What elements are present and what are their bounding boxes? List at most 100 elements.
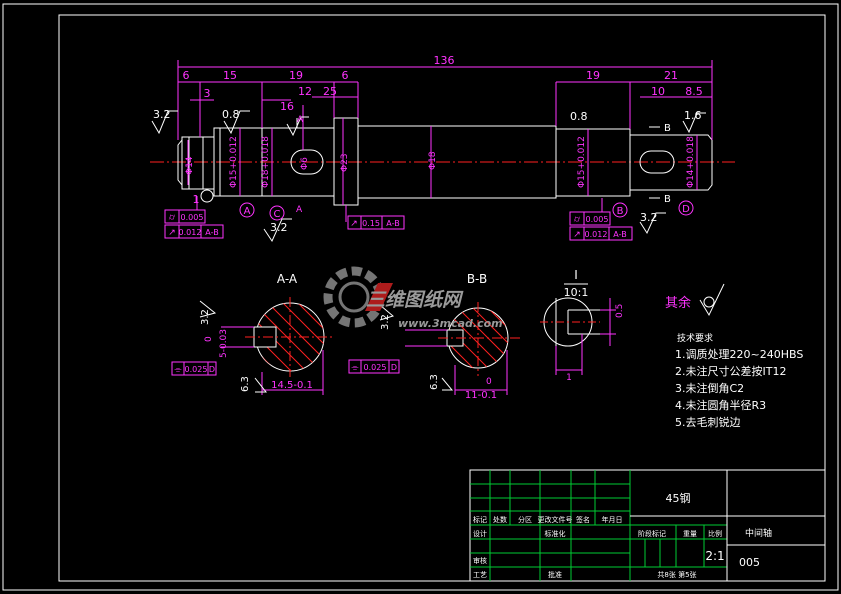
bb-rough-2: 6.3	[429, 374, 440, 390]
aa-rough-1: 3.2	[200, 309, 211, 325]
tol-3-ref: A-B	[386, 219, 399, 228]
dia-15-left: Φ15+0.012	[229, 136, 239, 188]
bb-tol-ref: D	[391, 363, 397, 372]
bb-tol-symbol: ⌯	[351, 363, 359, 373]
tb-row-review: 审核	[473, 556, 487, 565]
tb-right-weight: 重量	[683, 530, 697, 538]
dim-top-19: 19	[289, 69, 303, 82]
dia-14-right: Φ14+0.018	[686, 136, 696, 188]
tol-5-ref: A-B	[613, 230, 626, 239]
dim-top-6b: 6	[342, 69, 349, 82]
watermark-brand: 三维图纸网	[366, 289, 464, 311]
dia-15-right: Φ15+0.012	[577, 136, 587, 188]
tb-right-stage: 阶段标记	[638, 529, 666, 538]
dia-18-mid: Φ18	[428, 151, 438, 170]
dim-overall: 136	[434, 54, 455, 67]
tb-mid-standard: 标准化	[545, 529, 566, 538]
dim-top-6: 6	[183, 69, 190, 82]
tb-right-scale: 比例	[708, 529, 722, 538]
datum-markers	[239, 200, 694, 221]
tb-material: 45钢	[666, 492, 691, 505]
detail-view	[540, 297, 616, 375]
drawing-canvas: A C B D B B A A 136 6 15 19 6 19 21 3 16…	[2, 3, 839, 591]
detail-title: I	[574, 268, 578, 282]
tb-row-process: 工艺	[473, 571, 487, 579]
bb-tol-value: 0.025	[364, 363, 387, 372]
aa-zero: 0	[204, 336, 214, 342]
tol-4-symbol: ⌭	[574, 215, 581, 225]
datum-a: A	[244, 206, 251, 217]
bb-width: 11-0.1	[465, 390, 497, 401]
tol-2-ref: A-B	[205, 228, 218, 237]
tb-header-date: 年月日	[602, 515, 623, 524]
dim-top-15: 15	[223, 69, 237, 82]
tech-note-5: 5.去毛刺锐边	[675, 415, 741, 429]
tol-1-symbol: ⌭	[169, 213, 176, 223]
rough-value-4: 1.6	[684, 109, 702, 122]
bb-zero: 0	[486, 377, 492, 387]
rough-value-3: 0.8	[570, 110, 588, 123]
tb-drawing-no: 005	[739, 556, 760, 569]
aa-tol-ref: D	[209, 365, 215, 374]
rough-value-5: 3.2	[270, 221, 288, 234]
title-block	[469, 469, 826, 582]
aa-rough-2: 6.3	[240, 376, 251, 392]
aa-key-dim: 5-0.03	[219, 329, 229, 358]
aa-tol-value: 0.025	[185, 365, 208, 374]
tb-header-doc: 更改文件号	[538, 515, 573, 524]
dim-sub-12: 12	[298, 85, 312, 98]
rest-roughness-symbol	[699, 283, 725, 317]
dia-14: Φ14	[185, 156, 195, 175]
tb-mid-approve: 批准	[548, 570, 562, 579]
tol-5-symbol: ↗	[573, 230, 581, 240]
rough-value-1: 3.2	[153, 108, 171, 121]
tech-note-1: 1.调质处理220~240HBS	[675, 348, 803, 361]
tech-notes-heading: 技术要求	[677, 332, 713, 344]
dim-sub-25: 25	[323, 85, 337, 98]
tech-note-2: 2.未注尺寸公差按IT12	[675, 364, 786, 378]
datum-c: C	[274, 209, 281, 220]
bb-rough-1: 3.2	[380, 314, 391, 330]
tol-2-value: 0.012	[179, 228, 202, 237]
aa-width: 14.5-0.1	[271, 380, 313, 391]
tb-part-name: 中间轴	[745, 527, 772, 539]
detail-dim: 0.5	[615, 304, 625, 318]
detail-bottom-dim: 1	[566, 373, 572, 383]
dim-sub-8.5: 8.5	[685, 85, 703, 98]
section-marker-b-top: B	[664, 123, 671, 134]
tol-1-value: 0.005	[181, 213, 204, 222]
dim-top-21: 21	[664, 69, 678, 82]
detail-scale: 10:1	[564, 286, 589, 299]
section-cut-markers	[296, 118, 660, 199]
datum-b: B	[617, 206, 624, 217]
dia-18: Φ18+0.018	[261, 136, 271, 188]
tb-header-zone: 分区	[518, 515, 532, 524]
dia-23: Φ23	[340, 153, 350, 172]
aa-tol-symbol: ⌯	[174, 365, 182, 375]
dim-sub-16: 16	[280, 100, 294, 113]
section-marker-a-bottom: A	[296, 205, 303, 215]
tech-note-4: 4.未注圆角半径R3	[675, 398, 766, 412]
datum-d: D	[682, 204, 690, 215]
rough-value-2: 0.8	[222, 108, 240, 121]
dim-top-19b: 19	[586, 69, 600, 82]
tol-5-value: 0.012	[585, 230, 608, 239]
tb-header-mark: 标记	[473, 515, 487, 524]
rest-roughness-label: 其余	[665, 295, 691, 311]
tol-4-value: 0.005	[586, 215, 609, 224]
section-bb-title: B-B	[467, 272, 487, 286]
tol-2-symbol: ↗	[168, 228, 176, 238]
section-aa-title: A-A	[277, 272, 298, 286]
tb-header-sign: 签名	[576, 515, 590, 524]
dim-chamfer-1: 1	[193, 193, 200, 206]
tb-row-design: 设计	[473, 529, 487, 538]
tech-note-3: 3.未注倒角C2	[675, 381, 744, 395]
dim-sub-10: 10	[651, 85, 665, 98]
tb-sheet: 共8张 第5张	[657, 570, 696, 579]
tol-3-value: 0.15	[362, 219, 380, 228]
section-marker-a-top: A	[297, 115, 304, 125]
section-marker-b-bottom: B	[664, 194, 671, 205]
tb-header-count: 处数	[493, 515, 507, 524]
tol-3-symbol: ↗	[350, 219, 358, 229]
dia-6: Φ6	[300, 157, 310, 170]
